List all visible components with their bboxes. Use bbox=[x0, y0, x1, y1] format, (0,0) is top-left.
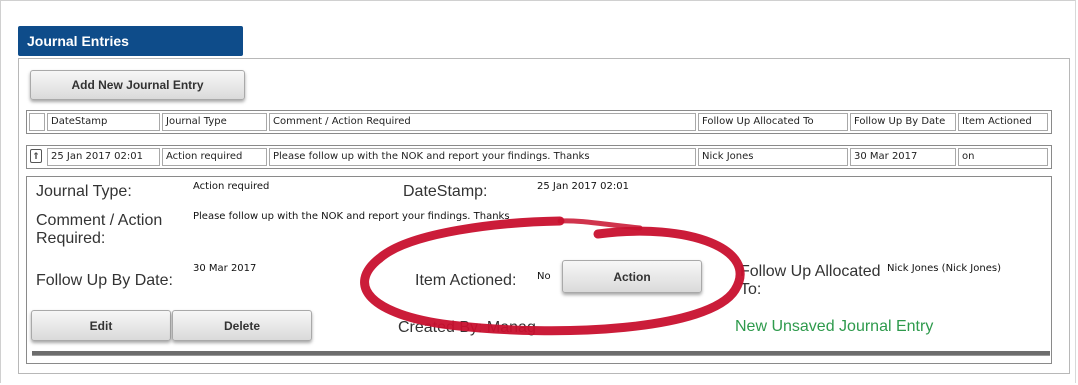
column-header-item-actioned[interactable]: Item Actioned bbox=[958, 113, 1048, 131]
journal-type-value: Action required bbox=[193, 181, 270, 192]
column-header-journal-type[interactable]: Journal Type bbox=[162, 113, 267, 131]
delete-button[interactable]: Delete bbox=[172, 310, 312, 341]
action-button[interactable]: Action bbox=[562, 260, 702, 293]
add-journal-entry-button[interactable]: Add New Journal Entry bbox=[30, 70, 245, 100]
cell-follow-up-date: 30 Mar 2017 bbox=[850, 148, 956, 166]
follow-up-date-label: Follow Up By Date: bbox=[36, 272, 173, 289]
section-title-tab: Journal Entries bbox=[18, 26, 243, 56]
cell-comment: Please follow up with the NOK and report… bbox=[269, 148, 696, 166]
column-header-comment[interactable]: Comment / Action Required bbox=[269, 113, 696, 131]
table-row[interactable]: ⇑ 25 Jan 2017 02:01 Action required Plea… bbox=[26, 145, 1052, 169]
datestamp-value: 25 Jan 2017 02:01 bbox=[537, 181, 629, 192]
header-spacer-cell bbox=[29, 113, 45, 131]
follow-up-allocated-label: Follow Up Allocated To: bbox=[740, 263, 881, 298]
table-header-row: DateStamp Journal Type Comment / Action … bbox=[26, 110, 1052, 134]
follow-up-allocated-value: Nick Jones (Nick Jones) bbox=[887, 263, 1001, 274]
cell-item-actioned: on bbox=[958, 148, 1048, 166]
cell-datestamp: 25 Jan 2017 02:01 bbox=[47, 148, 160, 166]
double-chevron-up-icon[interactable]: ⇑ bbox=[30, 149, 42, 163]
column-header-allocated-to[interactable]: Follow Up Allocated To bbox=[698, 113, 848, 131]
comment-label: Comment / Action Required: bbox=[36, 212, 163, 247]
cell-journal-type: Action required bbox=[162, 148, 267, 166]
comment-value: Please follow up with the NOK and report… bbox=[193, 211, 510, 222]
column-header-follow-up-date[interactable]: Follow Up By Date bbox=[850, 113, 956, 131]
created-by-label: Created By: Manag bbox=[398, 319, 536, 336]
item-actioned-label: Item Actioned: bbox=[415, 272, 517, 289]
follow-up-date-value: 30 Mar 2017 bbox=[193, 263, 257, 274]
edit-button[interactable]: Edit bbox=[31, 310, 171, 341]
detail-bottom-divider bbox=[32, 351, 1050, 356]
datestamp-label: DateStamp: bbox=[403, 183, 488, 200]
unsaved-status-text: New Unsaved Journal Entry bbox=[735, 318, 934, 335]
cell-allocated-to: Nick Jones bbox=[698, 148, 848, 166]
journal-type-label: Journal Type: bbox=[36, 183, 132, 200]
item-actioned-value: No bbox=[537, 271, 551, 282]
column-header-datestamp[interactable]: DateStamp bbox=[47, 113, 160, 131]
